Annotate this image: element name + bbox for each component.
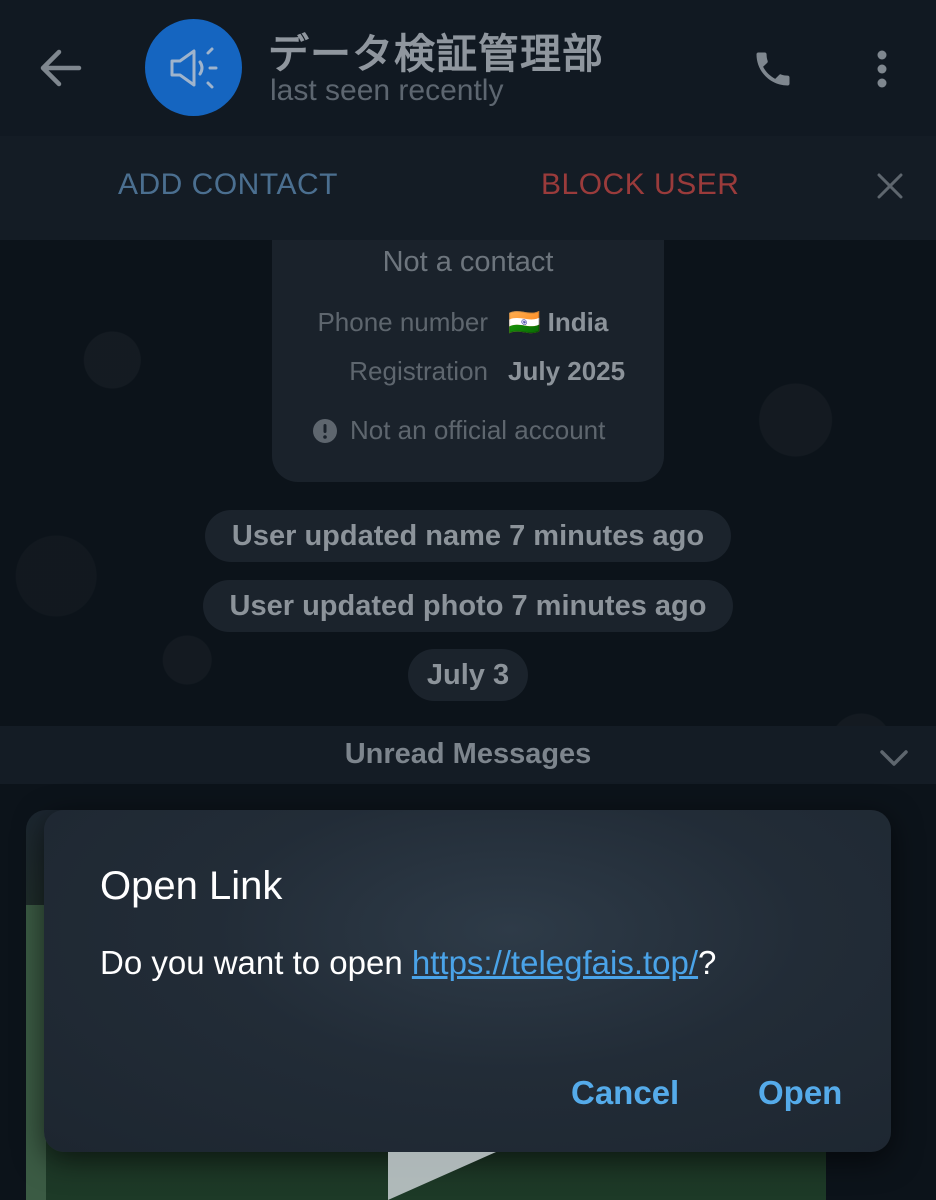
photo-play-shape — [388, 1152, 496, 1200]
more-vert-icon — [877, 50, 887, 88]
phone-number-label: Phone number — [317, 307, 488, 337]
dialog-link[interactable]: https://telegfais.top/ — [412, 944, 698, 981]
cancel-button[interactable]: Cancel — [571, 1074, 679, 1112]
dialog-message: Do you want to open https://telegfais.to… — [100, 944, 716, 982]
official-account-notice: Not an official account — [312, 415, 605, 446]
service-message: User updated photo 7 minutes ago — [203, 580, 733, 632]
chevron-down-icon — [880, 750, 908, 766]
unread-messages-label: Unread Messages — [344, 738, 592, 770]
scroll-down-button[interactable] — [876, 742, 912, 772]
service-message: User updated name 7 minutes ago — [205, 510, 731, 562]
card-title: Not a contact — [382, 246, 554, 278]
photo-edge — [26, 905, 46, 1200]
phone-number-value: 🇮🇳 India — [508, 307, 608, 338]
call-button[interactable] — [744, 40, 802, 98]
dialog-title: Open Link — [100, 864, 283, 908]
date-pill: July 3 — [408, 649, 528, 701]
last-seen-status: last seen recently — [270, 74, 504, 107]
registration-label: Registration — [349, 356, 488, 386]
avatar[interactable] — [145, 19, 242, 116]
block-user-button[interactable]: BLOCK USER — [541, 168, 739, 202]
dialog-message-prefix: Do you want to open — [100, 944, 412, 981]
india-flag-icon: 🇮🇳 — [508, 307, 541, 337]
chat-title[interactable]: データ検証管理部 — [268, 20, 604, 80]
more-options-button[interactable] — [858, 40, 906, 98]
megaphone-icon — [170, 47, 217, 88]
close-action-bar-button[interactable] — [868, 164, 912, 208]
registration-value: July 2025 — [508, 356, 626, 386]
close-icon — [877, 173, 903, 199]
phone-icon — [756, 52, 790, 86]
phone-country: India — [547, 307, 609, 337]
add-contact-button[interactable]: ADD CONTACT — [118, 168, 338, 202]
info-icon — [313, 418, 337, 443]
back-button[interactable] — [30, 38, 92, 98]
back-arrow-icon — [40, 49, 82, 87]
dialog-message-suffix: ? — [698, 944, 717, 981]
notice-text: Not an official account — [350, 415, 606, 445]
open-button[interactable]: Open — [758, 1074, 842, 1112]
